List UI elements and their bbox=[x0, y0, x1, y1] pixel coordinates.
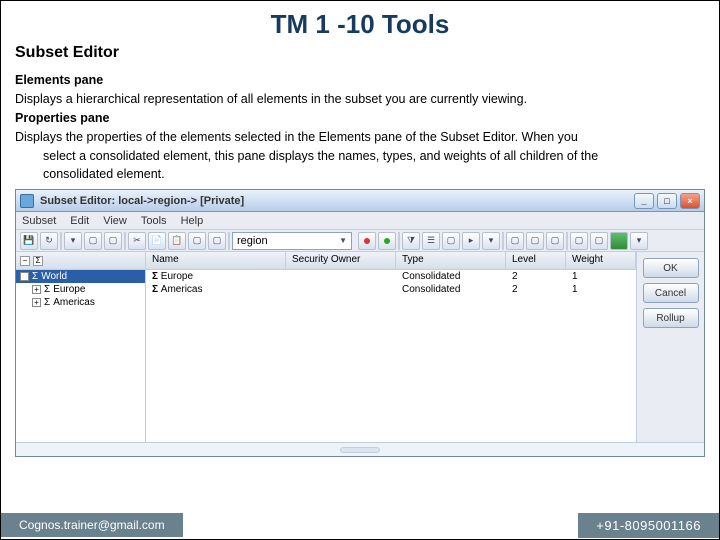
menu-view[interactable]: View bbox=[103, 215, 127, 227]
tool-reload-icon[interactable]: ↻ bbox=[40, 232, 58, 250]
menu-help[interactable]: Help bbox=[181, 215, 204, 227]
tree-item-europe[interactable]: + Σ Europe bbox=[16, 283, 145, 296]
tree-label: Americas bbox=[53, 297, 95, 308]
tool-separator bbox=[502, 232, 504, 250]
table-row[interactable]: Σ Europe Consolidated 2 1 bbox=[146, 270, 636, 283]
menu-edit[interactable]: Edit bbox=[70, 215, 89, 227]
elements-pane: − Σ − Σ World + Σ Europe + Σ Americas bbox=[16, 252, 146, 442]
minimize-button[interactable]: _ bbox=[634, 193, 654, 209]
menu-tools[interactable]: Tools bbox=[141, 215, 167, 227]
properties-pane: Name Security Owner Type Level Weight Σ … bbox=[146, 252, 636, 442]
collapse-icon[interactable]: − bbox=[20, 256, 30, 266]
para-properties-1: Displays the properties of the elements … bbox=[15, 129, 705, 146]
properties-header: Name Security Owner Type Level Weight bbox=[146, 252, 636, 270]
window-titlebar[interactable]: Subset Editor: local->region-> [Private]… bbox=[16, 190, 704, 212]
tool-collapse-icon[interactable]: ▸ bbox=[462, 232, 480, 250]
cell-level: 2 bbox=[506, 271, 566, 282]
tool-cancel-icon[interactable] bbox=[358, 232, 376, 250]
col-weight[interactable]: Weight bbox=[566, 252, 636, 269]
tool-generic-icon[interactable]: ▢ bbox=[546, 232, 564, 250]
tree-label: Europe bbox=[53, 284, 85, 295]
cell-name: Europe bbox=[161, 271, 193, 282]
chevron-down-icon: ▼ bbox=[339, 236, 347, 245]
sigma-icon: Σ bbox=[152, 271, 158, 282]
cell-weight: 1 bbox=[566, 284, 636, 295]
window-title: Subset Editor: local->region-> [Private] bbox=[40, 195, 634, 207]
tool-sort-down-icon[interactable]: ▾ bbox=[64, 232, 82, 250]
expander-icon[interactable]: − bbox=[20, 272, 29, 281]
tool-generic-icon[interactable]: ▢ bbox=[570, 232, 588, 250]
para-elements-pane: Displays a hierarchical representation o… bbox=[15, 91, 705, 108]
maximize-button[interactable]: □ bbox=[657, 193, 677, 209]
tool-tree-icon[interactable]: ☰ bbox=[422, 232, 440, 250]
tool-save-icon[interactable]: 💾 bbox=[20, 232, 38, 250]
tool-cut-icon[interactable]: ✂ bbox=[128, 232, 146, 250]
subset-editor-window: Subset Editor: local->region-> [Private]… bbox=[15, 189, 705, 457]
sigma-icon: Σ bbox=[33, 256, 43, 266]
col-security[interactable]: Security Owner bbox=[286, 252, 396, 269]
expander-icon[interactable]: + bbox=[32, 298, 41, 307]
footer-phone: +91-8095001166 bbox=[578, 513, 719, 538]
sigma-icon: Σ bbox=[152, 284, 158, 295]
slide-title: TM 1 -10 Tools bbox=[1, 1, 719, 42]
toolbar: 💾 ↻ ▾ ▢ ▢ ✂ 📄 📋 ▢ ▢ region ▼ ⧩ ☰ ▢ ▸ ▾ bbox=[16, 230, 704, 252]
menu-subset[interactable]: Subset bbox=[22, 215, 56, 227]
status-bar bbox=[16, 442, 704, 456]
footer-email: Cognos.trainer@gmail.com bbox=[1, 513, 183, 537]
table-row[interactable]: Σ Americas Consolidated 2 1 bbox=[146, 283, 636, 296]
rollup-button[interactable]: Rollup bbox=[643, 308, 699, 328]
heading-elements-pane: Elements pane bbox=[15, 72, 705, 89]
expander-icon[interactable]: + bbox=[32, 285, 41, 294]
menu-bar: Subset Edit View Tools Help bbox=[16, 212, 704, 230]
tree-item-world[interactable]: − Σ World bbox=[16, 270, 145, 283]
side-button-pane: OK Cancel Rollup bbox=[636, 252, 704, 442]
tool-separator bbox=[60, 232, 62, 250]
tool-generic-icon[interactable]: ▢ bbox=[590, 232, 608, 250]
para-properties-3: consolidated element. bbox=[43, 166, 705, 183]
cell-type: Consolidated bbox=[396, 271, 506, 282]
dimension-dropdown[interactable]: region ▼ bbox=[232, 232, 352, 250]
tool-flag-icon[interactable] bbox=[610, 232, 628, 250]
heading-properties-pane: Properties pane bbox=[15, 110, 705, 127]
tool-separator bbox=[566, 232, 568, 250]
slide-subtitle: Subset Editor bbox=[1, 42, 719, 72]
tool-generic-icon[interactable]: ▢ bbox=[506, 232, 524, 250]
tool-expand-icon[interactable]: ▾ bbox=[482, 232, 500, 250]
splitter-handle-icon[interactable] bbox=[340, 447, 380, 453]
tree-header: − Σ bbox=[16, 252, 145, 270]
cell-level: 2 bbox=[506, 284, 566, 295]
tool-generic-icon[interactable]: ▢ bbox=[208, 232, 226, 250]
tool-generic-icon[interactable]: ▢ bbox=[442, 232, 460, 250]
tool-separator bbox=[124, 232, 126, 250]
tree-label: World bbox=[41, 271, 67, 282]
col-type[interactable]: Type bbox=[396, 252, 506, 269]
cell-weight: 1 bbox=[566, 271, 636, 282]
tool-separator bbox=[228, 232, 230, 250]
ok-button[interactable]: OK bbox=[643, 258, 699, 278]
app-icon bbox=[20, 194, 34, 208]
tool-generic-icon[interactable]: ▢ bbox=[84, 232, 102, 250]
cancel-button[interactable]: Cancel bbox=[643, 283, 699, 303]
body-text: Elements pane Displays a hierarchical re… bbox=[1, 72, 719, 183]
tool-filter-icon[interactable]: ⧩ bbox=[402, 232, 420, 250]
tool-generic-icon[interactable]: ▢ bbox=[104, 232, 122, 250]
cell-name: Americas bbox=[161, 284, 203, 295]
slide-footer: Cognos.trainer@gmail.com +91-8095001166 bbox=[1, 511, 719, 539]
close-button[interactable]: × bbox=[680, 193, 700, 209]
col-name[interactable]: Name bbox=[146, 252, 286, 269]
tool-generic-icon[interactable]: ▢ bbox=[188, 232, 206, 250]
col-level[interactable]: Level bbox=[506, 252, 566, 269]
tool-paste-icon[interactable]: 📋 bbox=[168, 232, 186, 250]
cell-type: Consolidated bbox=[396, 284, 506, 295]
tool-generic-icon[interactable]: ▾ bbox=[630, 232, 648, 250]
tool-ok-icon[interactable] bbox=[378, 232, 396, 250]
tree-item-americas[interactable]: + Σ Americas bbox=[16, 296, 145, 309]
dropdown-value: region bbox=[237, 235, 268, 247]
tool-generic-icon[interactable]: ▢ bbox=[526, 232, 544, 250]
tool-separator bbox=[398, 232, 400, 250]
tool-copy-icon[interactable]: 📄 bbox=[148, 232, 166, 250]
para-properties-2: select a consolidated element, this pane… bbox=[43, 148, 705, 165]
